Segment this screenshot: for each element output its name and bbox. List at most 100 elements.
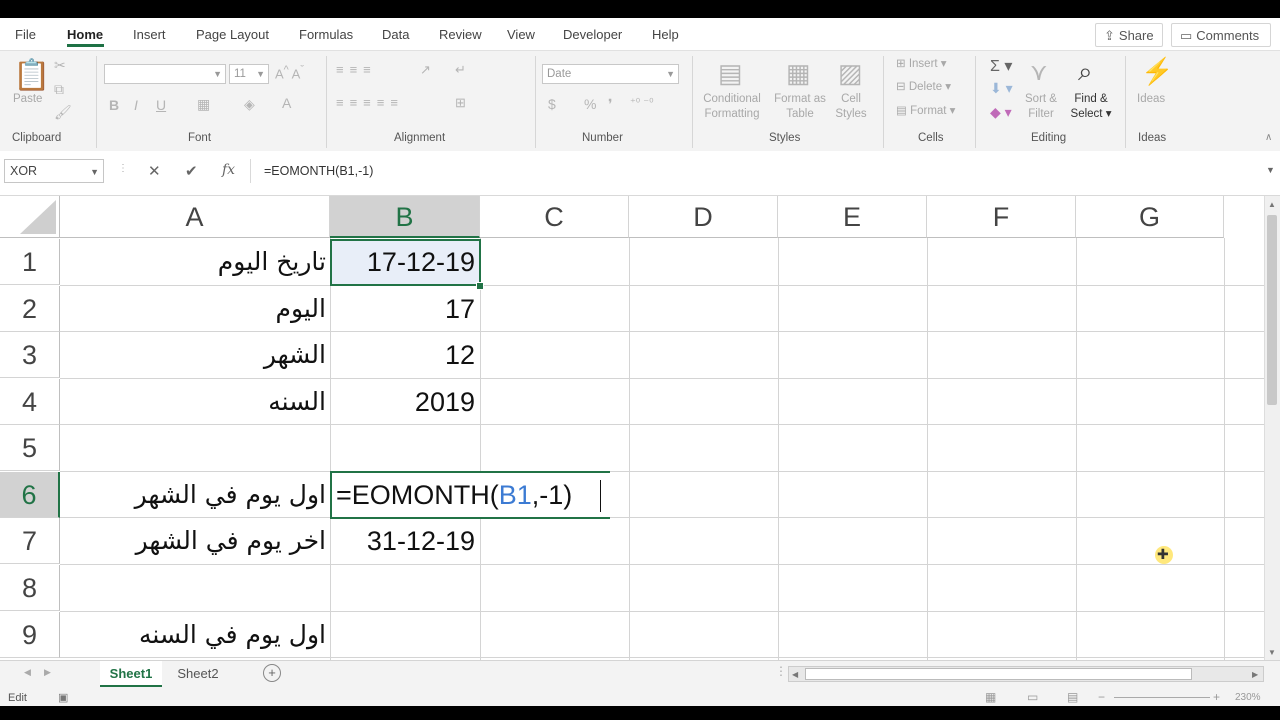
font-name-combo[interactable]: ▼	[104, 64, 226, 84]
menu-developer[interactable]: Developer	[563, 27, 622, 42]
cell-a2[interactable]: اليوم	[60, 286, 330, 332]
orientation-icon[interactable]: ↗	[420, 62, 431, 78]
tab-sheet2[interactable]: Sheet2	[170, 661, 226, 687]
cell-a4[interactable]: السنه	[60, 379, 330, 425]
merge-center-icon[interactable]: ⊞	[455, 95, 466, 111]
fill-icon[interactable]: ⬇ ▾	[990, 80, 1013, 97]
clear-icon[interactable]: ◆ ▾	[990, 104, 1012, 121]
bold-button[interactable]: B	[109, 97, 119, 113]
cancel-edit-button[interactable]: ✕	[148, 162, 161, 180]
wrap-text-icon[interactable]: ↵	[455, 62, 466, 78]
tab-splitter-icon[interactable]: ⋮	[775, 664, 787, 678]
row-header-8[interactable]: 8	[0, 565, 60, 611]
row-header-5[interactable]: 5	[0, 425, 60, 471]
format-as-table-label[interactable]: Format as Table	[772, 92, 828, 122]
cell-b6-formula[interactable]: =EOMONTH(B1,-1)	[336, 472, 572, 518]
macro-record-icon[interactable]: ▣	[58, 691, 68, 704]
tab-sheet1[interactable]: Sheet1	[100, 661, 162, 687]
menu-formulas[interactable]: Formulas	[299, 27, 353, 42]
expand-formula-bar-icon[interactable]: ▼	[1266, 165, 1275, 175]
zoom-out-icon[interactable]: −	[1098, 690, 1105, 704]
menu-help[interactable]: Help	[652, 27, 679, 42]
page-break-view-icon[interactable]: ▤	[1067, 690, 1078, 704]
cell-styles-label[interactable]: Cell Styles	[829, 92, 873, 122]
autosum-icon[interactable]: Σ ▾	[990, 56, 1012, 76]
confirm-edit-button[interactable]: ✔	[185, 162, 198, 180]
menu-file[interactable]: File	[15, 27, 36, 42]
format-painter-icon[interactable]: 🖌	[54, 104, 72, 121]
row-header-2[interactable]: 2	[0, 286, 60, 332]
cell-b2[interactable]: 17	[330, 286, 480, 332]
sort-filter-icon[interactable]: ⋎	[1030, 58, 1048, 87]
ideas-button-label[interactable]: Ideas	[1137, 92, 1165, 107]
paste-label[interactable]: Paste	[13, 92, 42, 107]
cell-b7[interactable]: 31-12-19	[330, 518, 480, 564]
menu-home[interactable]: Home	[67, 27, 103, 42]
cell-a9[interactable]: اول يوم في السنه	[60, 612, 330, 658]
horizontal-align-icons[interactable]: ≡≡≡≡≡	[336, 95, 404, 110]
menu-data[interactable]: Data	[382, 27, 409, 42]
menu-insert[interactable]: Insert	[133, 27, 166, 42]
borders-icon[interactable]: ▦	[197, 96, 210, 113]
column-header-c[interactable]: C	[480, 196, 629, 238]
percent-button[interactable]: %	[584, 96, 596, 112]
find-select-label[interactable]: Find & Select ▾	[1067, 92, 1115, 122]
decimal-icons[interactable]: ⁺⁰ ⁻⁰	[630, 96, 654, 109]
cell-a7[interactable]: اخر يوم في الشهر	[60, 518, 330, 564]
column-header-b[interactable]: B	[330, 196, 480, 238]
format-as-table-icon[interactable]: ▦	[786, 58, 811, 89]
row-header-1[interactable]: 1	[0, 239, 60, 285]
cell-a3[interactable]: الشهر	[60, 332, 330, 378]
menu-view[interactable]: View	[507, 27, 535, 42]
formula-input[interactable]: =EOMONTH(B1,-1)	[250, 159, 1280, 183]
conditional-formatting-icon[interactable]: ▤	[718, 58, 743, 89]
zoom-in-icon[interactable]: +	[1213, 690, 1220, 704]
format-cells-button[interactable]: ▤ Format ▾	[896, 104, 955, 119]
cell-b4[interactable]: 2019	[330, 379, 480, 425]
tab-scroll-left-icon[interactable]: ◀	[24, 667, 31, 678]
tab-scroll-right-icon[interactable]: ▶	[44, 667, 51, 678]
font-size-combo[interactable]: 11 ▼	[229, 64, 269, 84]
sort-filter-label[interactable]: Sort & Filter	[1024, 92, 1058, 122]
font-grow-icon[interactable]: A^ Aˇ	[275, 64, 304, 81]
insert-cells-button[interactable]: ⊞ Insert ▾	[896, 57, 947, 72]
column-header-a[interactable]: A	[60, 196, 330, 238]
zoom-slider[interactable]	[1114, 697, 1210, 698]
paste-icon[interactable]: 📋	[13, 58, 50, 93]
conditional-formatting-label[interactable]: Conditional Formatting	[700, 92, 764, 122]
row-header-7[interactable]: 7	[0, 518, 60, 564]
currency-button[interactable]: $	[548, 96, 556, 112]
insert-function-button[interactable]: fx	[222, 162, 235, 178]
find-select-icon[interactable]: ⌕	[1078, 56, 1093, 88]
cell-b1[interactable]: 17-12-19	[330, 239, 480, 285]
row-header-9[interactable]: 9	[0, 612, 60, 658]
page-layout-view-icon[interactable]: ▭	[1027, 690, 1038, 704]
normal-view-icon[interactable]: ▦	[985, 690, 996, 704]
menu-review[interactable]: Review	[439, 27, 482, 42]
cell-a6[interactable]: اول يوم في الشهر	[60, 472, 330, 518]
column-header-e[interactable]: E	[778, 196, 927, 238]
fill-color-icon[interactable]: ◈	[244, 96, 255, 113]
collapse-ribbon-icon[interactable]: ∧	[1265, 132, 1272, 143]
italic-button[interactable]: I	[134, 97, 138, 113]
horizontal-scroll-thumb[interactable]	[805, 668, 1192, 680]
scroll-right-icon[interactable]: ▶	[1252, 670, 1258, 679]
comma-style-icon[interactable]: ❜	[608, 96, 613, 113]
copy-icon[interactable]: ⧉	[54, 81, 64, 98]
cell-a1[interactable]: تاريخ اليوم	[60, 239, 330, 285]
scroll-left-icon[interactable]: ◀	[792, 670, 798, 679]
column-header-d[interactable]: D	[629, 196, 778, 238]
vertical-align-icons[interactable]: ≡≡≡	[336, 62, 377, 77]
name-box[interactable]: XOR ▼	[4, 159, 104, 183]
scroll-down-icon[interactable]: ▼	[1268, 648, 1276, 657]
cell-styles-icon[interactable]: ▨	[838, 58, 863, 89]
column-header-g[interactable]: G	[1076, 196, 1224, 238]
row-header-6[interactable]: 6	[0, 472, 60, 518]
share-button[interactable]: ⇪ Share	[1095, 23, 1163, 47]
scroll-up-icon[interactable]: ▲	[1268, 200, 1276, 209]
number-format-combo[interactable]: Date ▼	[542, 64, 679, 84]
ideas-icon[interactable]: ⚡	[1141, 56, 1173, 87]
font-color-icon[interactable]: A	[282, 95, 291, 111]
delete-cells-button[interactable]: ⊟ Delete ▾	[896, 80, 951, 95]
cut-icon[interactable]: ✂	[54, 57, 66, 74]
